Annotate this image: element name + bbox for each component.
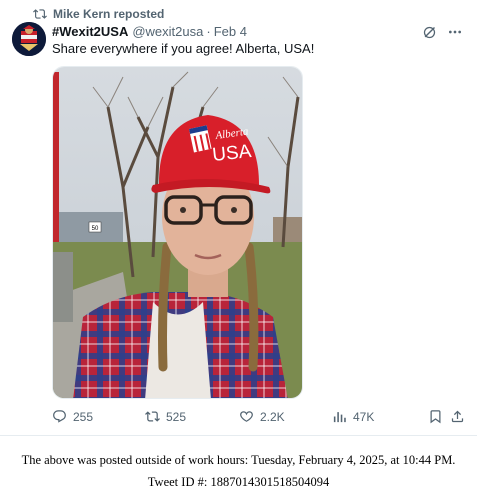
views-count: 47K (353, 409, 375, 424)
hat-text-usa: USA (211, 141, 252, 166)
reply-icon (53, 410, 66, 423)
repost-count: 525 (166, 409, 187, 424)
tweet-card[interactable]: Mike Kern reposted #Wexit2USA @wexit2usa… (0, 0, 477, 436)
header-actions (422, 24, 463, 40)
avatar[interactable] (12, 22, 46, 56)
display-name[interactable]: #Wexit2USA (52, 24, 128, 39)
views-action[interactable]: 47K (332, 409, 374, 424)
heart-icon (240, 411, 253, 422)
like-action[interactable]: 2.2K (239, 409, 285, 424)
user-handle[interactable]: @wexit2usa (132, 24, 203, 39)
speed-sign-text: 50 (92, 226, 99, 232)
bookmark-action[interactable] (428, 409, 449, 424)
repost-icon (33, 9, 47, 19)
reply-count: 255 (73, 409, 94, 424)
selfie-photo: 50 Alberta USA (53, 67, 302, 398)
separator-dot: · (206, 24, 211, 39)
tweet-text: Share everywhere if you agree! Alberta, … (52, 41, 315, 56)
like-count: 2.2K (260, 409, 285, 424)
grok-icon[interactable] (422, 25, 437, 40)
tweet-actions: 255 525 2.2K 47K (52, 409, 466, 429)
repost-icon (145, 411, 160, 422)
caption-line-2: Tweet ID #: 1887014301518504094 (147, 475, 330, 489)
share-icon (451, 410, 464, 423)
caption-line-1: The above was posted outside of work hou… (21, 453, 456, 467)
repost-action[interactable]: 525 (145, 409, 186, 424)
repost-text: Mike Kern reposted (53, 7, 165, 21)
more-options-icon[interactable] (447, 24, 463, 40)
tweet-header: #Wexit2USA @wexit2usa · Feb 4 (52, 24, 247, 39)
avatar-image (12, 22, 46, 56)
tweet-photo[interactable]: 50 Alberta USA (52, 66, 303, 399)
tweet-date[interactable]: Feb 4 (214, 24, 247, 39)
bookmark-icon (430, 410, 441, 424)
reply-action[interactable]: 255 (52, 409, 93, 424)
caption: The above was posted outside of work hou… (0, 449, 477, 493)
divider (0, 435, 477, 436)
views-chart-icon (333, 412, 346, 423)
share-action[interactable] (450, 409, 471, 424)
repost-indicator: Mike Kern reposted (33, 6, 164, 22)
